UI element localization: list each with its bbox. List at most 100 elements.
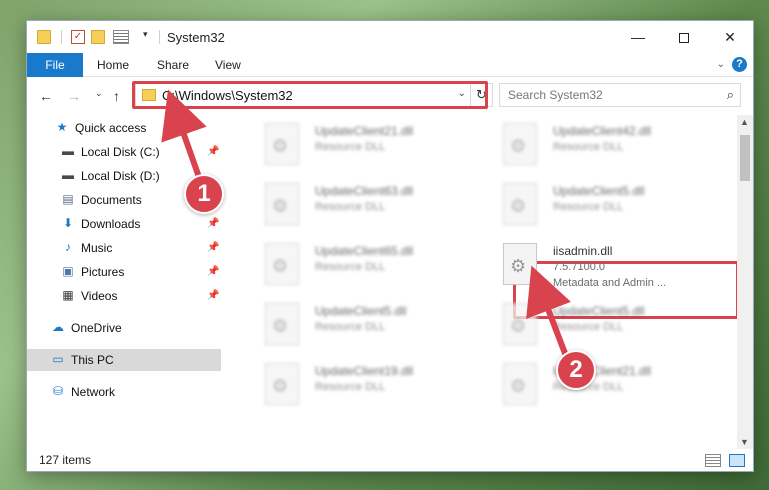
file-description: Resource DLL (315, 381, 386, 393)
pin-icon[interactable]: 📌 (207, 261, 219, 283)
properties-icon[interactable] (113, 30, 129, 44)
file-item[interactable]: UpdateClient21.dllResource DLL (245, 119, 475, 171)
sidebar-item-music[interactable]: ♪ Music 📌 (27, 237, 221, 259)
file-item[interactable]: UpdateClient42.dll Resource DLL (483, 119, 713, 171)
file-item[interactable]: UpdateClient21.dllResource DLL (483, 359, 713, 411)
search-input[interactable] (508, 87, 708, 103)
drive-icon: ▬ (62, 144, 74, 158)
maximize-button[interactable] (661, 21, 707, 53)
dll-file-icon (265, 303, 299, 345)
file-explorer-window: ✓ ▾ System32 — ✕ File Home Share View ⌄ … (26, 20, 754, 472)
toolbar-separator (159, 30, 160, 44)
file-item-selected[interactable]: iisadmin.dll 7.5.7100.0 Metadata and Admin… (483, 239, 713, 291)
file-description: Resource DLL (315, 321, 386, 333)
scrollbar-thumb[interactable] (740, 135, 750, 181)
tab-view[interactable]: View (215, 53, 241, 77)
help-icon[interactable]: ? (732, 57, 747, 72)
recent-locations-button[interactable]: ⌄ (95, 88, 103, 99)
tab-share[interactable]: Share (157, 53, 189, 77)
folder-icon (142, 89, 156, 101)
back-button[interactable]: ← (39, 88, 53, 104)
address-path[interactable]: C:\Windows\System32 (162, 88, 293, 103)
step-1-marker: 1 (184, 174, 224, 214)
file-item[interactable]: UpdateClient5.dll Resource DLL (483, 179, 713, 231)
download-icon: ⬇ (62, 216, 74, 230)
star-icon: ★ (56, 120, 68, 134)
address-dropdown-icon[interactable]: ⌄ (458, 88, 466, 99)
file-item[interactable]: UpdateClient5.dll Resource DLL (245, 299, 475, 351)
forward-button[interactable]: → (67, 88, 81, 104)
sidebar-item-label: Network (71, 385, 116, 399)
dll-file-icon (503, 243, 537, 285)
ribbon-tabs: File Home Share View ⌄ ? (27, 53, 753, 77)
vertical-scrollbar[interactable]: ▲ ▼ (737, 115, 753, 449)
sidebar-item-label: Local Disk (D:) (81, 169, 160, 183)
pin-icon[interactable]: 📌 (207, 213, 219, 235)
scroll-down-arrow-icon[interactable]: ▼ (740, 437, 749, 447)
sidebar-item-label: Quick access (75, 121, 147, 135)
search-icon[interactable]: ⌕ (727, 87, 734, 103)
close-button[interactable]: ✕ (707, 21, 753, 53)
sidebar-item-onedrive[interactable]: ☁ OneDrive (27, 317, 221, 339)
dll-file-icon (503, 183, 537, 225)
details-view-icon[interactable] (705, 454, 721, 467)
tab-home[interactable]: Home (97, 53, 129, 77)
file-name: UpdateClient5.dll (315, 304, 407, 318)
file-item[interactable]: UpdateClient5.dll Resource DLL (483, 299, 713, 351)
window-title: System32 (167, 30, 225, 45)
scroll-up-arrow-icon[interactable]: ▲ (740, 117, 749, 127)
video-icon: ▦ (62, 288, 74, 302)
file-name: UpdateClient5.dll (553, 184, 645, 198)
file-name: iisadmin.dll (553, 244, 613, 258)
sidebar-item-downloads[interactable]: ⬇ Downloads 📌 (27, 213, 221, 235)
sidebar-item-label: OneDrive (71, 321, 122, 335)
cloud-icon: ☁ (52, 320, 64, 334)
status-bar: 127 items (27, 449, 753, 471)
navigation-bar: ← → ⌄ ↑ C:\Windows\System32 ⌄ ↻ ⌕ (27, 79, 753, 113)
sidebar-item-quick-access[interactable]: ★ Quick access (27, 117, 221, 139)
pin-icon[interactable]: 📌 (207, 285, 219, 307)
pictures-icon: ▣ (62, 264, 74, 278)
item-count: 127 items (39, 453, 92, 467)
minimize-button[interactable]: — (615, 21, 661, 53)
file-name: UpdateClient5.dll (553, 304, 645, 318)
sidebar-item-pictures[interactable]: ▣ Pictures 📌 (27, 261, 221, 283)
file-item[interactable]: UpdateClient63.dll Resource DLL (245, 179, 475, 231)
new-folder-icon[interactable] (91, 30, 105, 44)
sidebar-item-label: Downloads (81, 217, 141, 231)
file-name: UpdateClient63.dll (315, 184, 414, 198)
title-bar: ✓ ▾ System32 — ✕ (27, 21, 753, 53)
computer-icon: ▭ (52, 352, 64, 366)
pin-icon[interactable]: 📌 (207, 237, 219, 259)
sidebar-item-network[interactable]: ⛁ Network (27, 381, 221, 403)
address-bar[interactable]: C:\Windows\System32 ⌄ ↻ (135, 83, 493, 107)
file-description: Resource DLL (315, 201, 386, 213)
file-name: UpdateClient21.dll (315, 124, 414, 138)
sidebar-item-local-disk-c[interactable]: ▬ Local Disk (C:) 📌 (27, 141, 221, 163)
dll-file-icon (265, 363, 299, 405)
customize-toolbar-dropdown-icon[interactable]: ▾ (143, 29, 148, 40)
music-icon: ♪ (65, 240, 71, 254)
search-box[interactable]: ⌕ (499, 83, 741, 107)
properties-check-icon[interactable]: ✓ (71, 30, 85, 44)
dll-file-icon (503, 123, 537, 165)
sidebar-item-videos[interactable]: ▦ Videos 📌 (27, 285, 221, 307)
folder-icon (37, 30, 51, 44)
pin-icon[interactable]: 📌 (207, 141, 219, 163)
dll-file-icon (265, 183, 299, 225)
tiles-view-icon[interactable] (729, 454, 745, 467)
sidebar-item-label: Music (81, 241, 113, 255)
sidebar-item-label: Videos (81, 289, 118, 303)
up-button[interactable]: ↑ (113, 88, 120, 104)
file-item[interactable]: UpdateClient65.dll Resource DLL (245, 239, 475, 291)
refresh-button[interactable]: ↻ (470, 84, 492, 106)
file-item[interactable]: UpdateClient19.dll Resource DLL (245, 359, 475, 411)
sidebar-item-label: Local Disk (C:) (81, 145, 160, 159)
dll-file-icon (265, 123, 299, 165)
tab-file[interactable]: File (27, 53, 83, 77)
expand-ribbon-icon[interactable]: ⌄ (717, 59, 725, 70)
file-description: Resource DLL (553, 201, 624, 213)
dll-file-icon (265, 243, 299, 285)
sidebar-item-this-pc[interactable]: ▭ This PC (27, 349, 221, 371)
file-description: Resource DLL (553, 321, 624, 333)
